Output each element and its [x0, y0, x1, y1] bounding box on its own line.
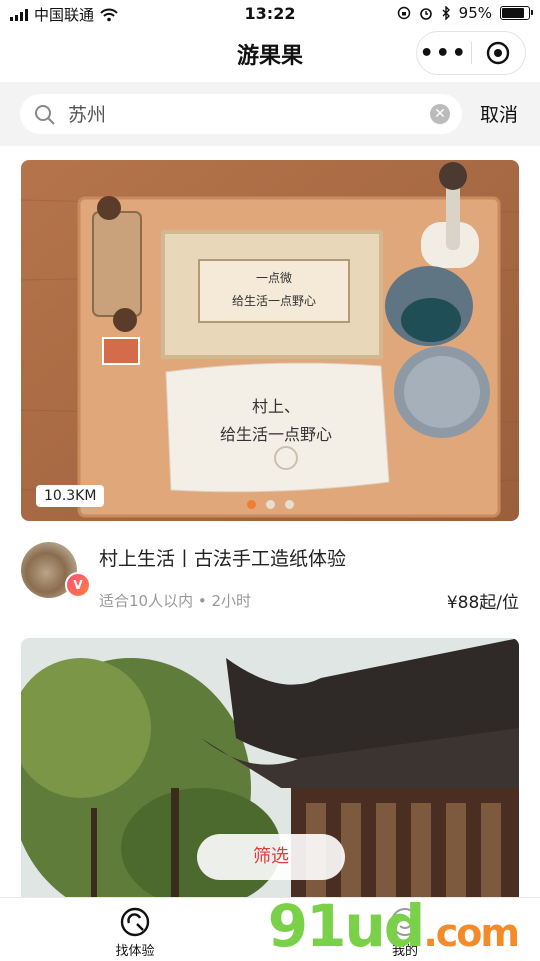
battery-icon	[500, 6, 533, 20]
tab-explore[interactable]: 找体验	[100, 898, 170, 959]
svg-text:一点微: 一点微	[256, 271, 292, 285]
target-icon	[487, 41, 510, 65]
experience-title[interactable]: 村上生活丨古法手工造纸体验	[99, 544, 346, 571]
search-value: 苏州	[68, 104, 107, 126]
more-button[interactable]: •••	[417, 41, 471, 66]
papermaking-photo: 一点微 给生活一点野心 村上、 给生活一点野心	[21, 160, 519, 521]
experience-card-info[interactable]: V 村上生活丨古法手工造纸体验 适合10人以内 • 2小时 ¥88起/位	[21, 540, 519, 613]
cancel-button[interactable]: 取消	[480, 100, 518, 127]
filter-button[interactable]: 筛选	[197, 834, 345, 880]
experience-price: ¥88起/位	[446, 593, 519, 613]
rotation-lock-icon	[397, 6, 410, 20]
explore-icon	[120, 907, 150, 937]
carousel-indicator	[21, 500, 519, 509]
close-mini-program-button[interactable]	[472, 41, 526, 65]
carousel-dot-3	[284, 500, 294, 509]
experience-meta: 适合10人以内 • 2小时	[99, 592, 252, 610]
battery-percent: 95%	[458, 4, 492, 22]
carousel-dot-2	[265, 500, 275, 509]
status-bar: 中国联通 13:22 95%	[0, 0, 540, 28]
search-icon	[35, 105, 55, 125]
experience-image-carousel[interactable]: 一点微 给生活一点野心 村上、 给生活一点野心 10.3KM	[21, 160, 519, 521]
carousel-dot-1	[246, 500, 256, 509]
alarm-icon	[419, 8, 432, 20]
bluetooth-icon	[442, 6, 450, 20]
nav-bar: 游果果 •••	[0, 28, 540, 82]
clear-search-button[interactable]: ✕	[430, 104, 450, 124]
image-text-line-2: 给生活一点野心	[220, 425, 332, 444]
tab-explore-label: 找体验	[115, 944, 155, 959]
search-input[interactable]: 苏州 ✕	[20, 94, 462, 134]
svg-text:给生活一点野心: 给生活一点野心	[232, 294, 316, 308]
verified-badge: V	[65, 572, 91, 598]
watermark-logo: 91ud.com	[267, 892, 520, 960]
image-text-line-1: 村上、	[252, 397, 300, 416]
search-area: 苏州 ✕ 取消	[0, 82, 540, 146]
mini-program-capsule: •••	[416, 31, 526, 75]
